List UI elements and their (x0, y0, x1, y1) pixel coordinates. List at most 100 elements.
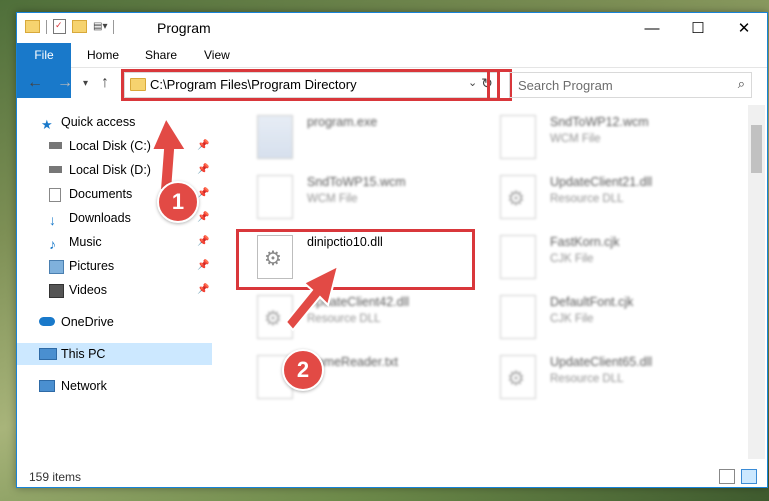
file-name: UpdateClient42.dll (307, 295, 410, 309)
sidebar-item-label: Downloads (69, 211, 131, 225)
sidebar-item-pictures[interactable]: Pictures 📌 (17, 255, 212, 277)
sidebar-item-videos[interactable]: Videos 📌 (17, 279, 212, 301)
file-item[interactable]: UpdateClient65.dll Resource DLL (482, 351, 722, 406)
pin-icon[interactable]: 📌 (197, 159, 209, 181)
status-bar: 159 items (17, 465, 767, 487)
search-placeholder: Search Program (518, 78, 613, 93)
star-icon: ★ (41, 117, 53, 132)
sidebar-item-label: Quick access (61, 115, 136, 129)
exe-icon (257, 115, 293, 159)
pin-icon[interactable]: 📌 (197, 279, 209, 301)
file-type: CJK File (550, 253, 594, 265)
sidebar-item-onedrive[interactable]: OneDrive (17, 311, 212, 333)
address-highlight-box (121, 69, 500, 101)
view-toggle (719, 469, 757, 484)
forward-arrow-icon[interactable]: → (57, 74, 73, 92)
sidebar-item-local-disk-c[interactable]: Local Disk (C:) 📌 (17, 135, 212, 157)
sidebar-item-label: Videos (69, 283, 107, 297)
separator (113, 19, 115, 34)
cloud-icon (39, 317, 55, 326)
sidebar-item-quick-access[interactable]: ★ Quick access (17, 111, 212, 133)
sidebar-item-label: Documents (69, 187, 133, 201)
drive-icon (49, 166, 62, 173)
sidebar-item-label: This PC (61, 347, 106, 361)
dll-icon (257, 295, 293, 339)
file-item[interactable]: FastKorn.cjk CJK File (482, 231, 722, 286)
file-icon (257, 175, 293, 219)
sidebar-item-label: Network (61, 379, 107, 393)
large-icons-view-icon[interactable] (741, 469, 757, 484)
maximize-button[interactable]: ☐ (675, 13, 721, 43)
title-bar: ✓ ▤▾ Program — ☐ ✕ (17, 13, 767, 43)
sidebar-item-local-disk-d[interactable]: Local Disk (D:) 📌 (17, 159, 212, 181)
download-icon: ↓ (49, 212, 56, 228)
file-name: program.exe (307, 115, 378, 129)
file-item[interactable]: SndToWP12.wcm WCM File (482, 111, 722, 166)
file-name: SndToWP15.wcm (307, 175, 406, 189)
properties-icon[interactable]: ✓ (53, 19, 66, 34)
dll-icon (500, 355, 536, 399)
file-type: Resource DLL (550, 373, 624, 385)
music-icon: ♪ (49, 236, 56, 252)
sidebar-item-label: OneDrive (61, 315, 114, 329)
dll-icon (500, 175, 536, 219)
up-arrow-icon[interactable]: ↑ (101, 74, 109, 92)
file-item[interactable]: DefaultFont.cjk CJK File (482, 291, 722, 346)
vertical-scrollbar[interactable] (748, 105, 765, 459)
sidebar-item-this-pc[interactable]: This PC (17, 343, 212, 365)
search-input[interactable]: Search Program ⌕ (509, 72, 752, 98)
file-type: Resource DLL (307, 313, 381, 325)
network-icon (39, 380, 55, 392)
tab-home[interactable]: Home (87, 43, 119, 67)
window-title: Program (157, 20, 211, 36)
file-name: UpdateClient65.dll (550, 355, 653, 369)
file-type: WCM File (550, 133, 601, 145)
close-button[interactable]: ✕ (721, 13, 767, 43)
file-item[interactable]: UpdateClient42.dll Resource DLL (239, 291, 479, 346)
tab-view[interactable]: View (204, 43, 230, 67)
file-item[interactable]: SndToWP15.wcm WCM File (239, 171, 479, 226)
videos-icon (49, 284, 64, 298)
file-name: DefaultFont.cjk (550, 295, 634, 309)
pictures-icon (49, 260, 64, 274)
file-type: WCM File (307, 193, 358, 205)
file-name: UpdateClient21.dll (550, 175, 653, 189)
pin-icon[interactable]: 📌 (197, 255, 209, 277)
ribbon-tabs: File Home Share View (17, 43, 767, 98)
target-file-highlight-box (236, 229, 475, 290)
quick-access-toolbar: ✓ ▤▾ (25, 19, 115, 34)
file-icon (500, 115, 536, 159)
search-icon[interactable]: ⌕ (738, 76, 745, 92)
tab-share[interactable]: Share (145, 43, 177, 67)
file-item[interactable]: program.exe (239, 111, 479, 166)
pc-icon (39, 348, 57, 360)
navigation-pane: ★ Quick access Local Disk (C:) 📌 Local D… (17, 105, 212, 459)
recent-locations-icon[interactable]: ▾ (83, 78, 88, 89)
folder-icon (25, 20, 40, 33)
sidebar-item-label: Local Disk (D:) (69, 163, 151, 177)
file-type: CJK File (550, 313, 594, 325)
sidebar-item-label: Music (69, 235, 102, 249)
scrollbar-thumb[interactable] (751, 125, 762, 173)
item-count: 159 items (29, 470, 82, 484)
pin-icon[interactable]: 📌 (197, 207, 209, 229)
minimize-button[interactable]: — (629, 13, 675, 43)
file-icon (500, 295, 536, 339)
new-folder-icon[interactable] (72, 20, 87, 33)
file-item[interactable]: UpdateClient21.dll Resource DLL (482, 171, 722, 226)
file-type: Resource DLL (550, 193, 624, 205)
file-item[interactable]: GameReader.txt (239, 351, 479, 406)
sidebar-item-network[interactable]: Network (17, 375, 212, 397)
separator (46, 19, 47, 34)
details-view-icon[interactable] (719, 469, 735, 484)
navigation-bar: ← → ▾ ↑ C:\Program Files\Program Directo… (17, 69, 767, 101)
customize-toolbar-icon[interactable]: ▤▾ (93, 21, 107, 32)
back-arrow-icon[interactable]: ← (27, 74, 43, 92)
window-controls: — ☐ ✕ (629, 13, 767, 43)
file-explorer-window: ✓ ▤▾ Program — ☐ ✕ File Home Share View … (16, 12, 768, 488)
file-name: FastKorn.cjk (550, 235, 620, 249)
pin-icon[interactable]: 📌 (197, 231, 209, 253)
sidebar-item-music[interactable]: ♪ Music 📌 (17, 231, 212, 253)
file-name: SndToWP12.wcm (550, 115, 649, 129)
pin-icon[interactable]: 📌 (197, 135, 209, 157)
